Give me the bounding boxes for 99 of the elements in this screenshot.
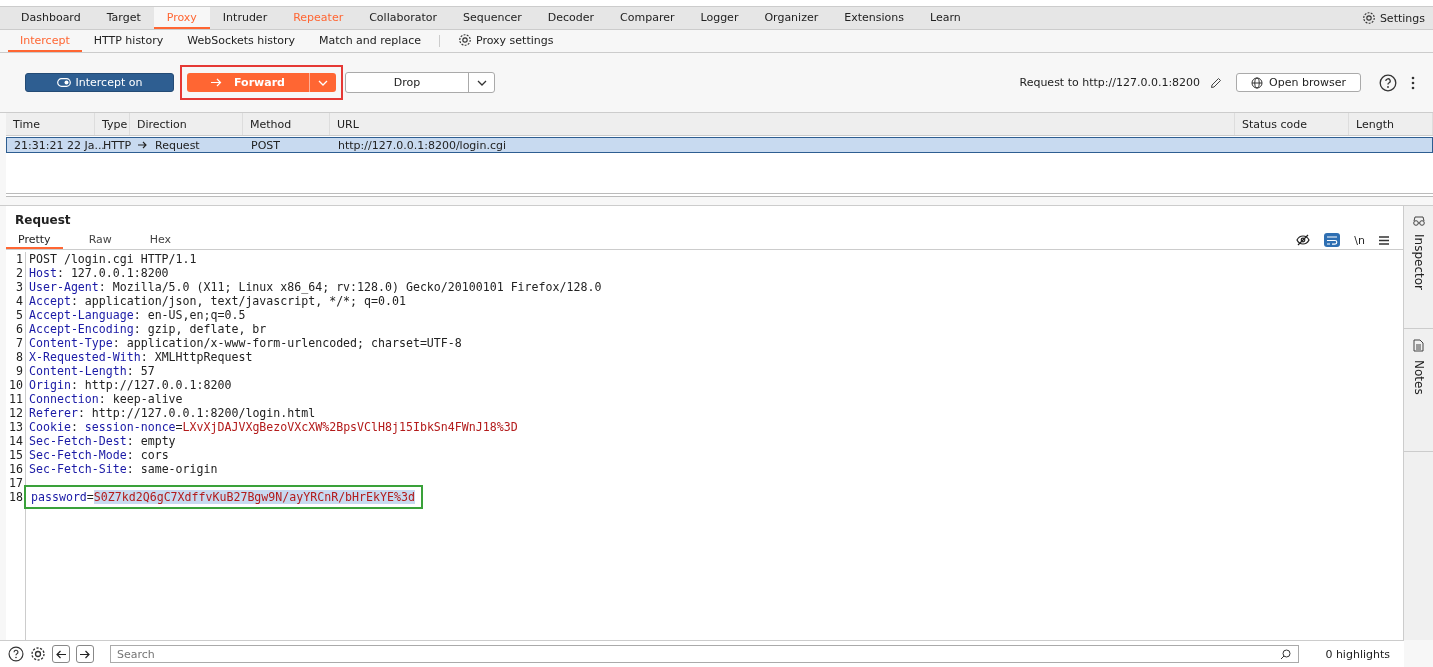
search-field[interactable]: Search [110, 645, 1300, 663]
column-header[interactable]: URL [330, 113, 1235, 135]
main-tab[interactable]: Decoder [534, 7, 608, 29]
caret-icon [476, 79, 487, 86]
glasses-icon [1412, 216, 1425, 226]
eye-slash-icon[interactable] [1296, 234, 1311, 246]
table-row[interactable]: 21:31:21 22 Ja...HTTP Request POST http://127.0.0.1:8200/login.cgi [6, 137, 1433, 153]
line-number: 18 [8, 490, 24, 504]
arrow-right-icon [138, 141, 147, 149]
code-line: POST /login.cgi HTTP/1.1 [29, 252, 197, 266]
code-line: Connection: keep-alive [29, 392, 183, 406]
help-icon[interactable] [8, 646, 24, 662]
line-number: 17 [8, 476, 24, 490]
code-line: Content-Type: application/x-www-form-urlencoded; charset=UTF-8 [29, 336, 462, 350]
line-number: 16 [8, 462, 24, 476]
arrow-left-icon [56, 649, 66, 659]
forward-nav-button[interactable] [76, 645, 94, 663]
open-browser-button[interactable]: Open browser [1236, 73, 1361, 92]
sub-tab[interactable]: Match and replace [307, 30, 433, 52]
globe-icon [1251, 76, 1264, 89]
settings-icon[interactable] [30, 646, 46, 662]
column-header[interactable]: Direction [130, 113, 243, 135]
line-number: 1 [15, 252, 24, 266]
code-line: Cookie: session-nonce=LXvXjDAJVXgBezoVXcXW%2BpsVClH8j15IbkSn4FWnJ18%3D [29, 420, 518, 434]
main-tab[interactable]: Sequencer [450, 7, 535, 29]
line-number: 8 [15, 350, 24, 364]
side-tab[interactable]: Inspector [1404, 206, 1433, 329]
code-line: Referer: http://127.0.0.1:8200/login.html [29, 406, 316, 420]
sub-tab[interactable]: HTTP history [81, 30, 176, 52]
menu-icon[interactable] [1379, 235, 1389, 245]
code-line: Content-Length: 57 [29, 364, 155, 378]
main-tab[interactable]: Extensions [831, 7, 917, 29]
line-number: 4 [15, 294, 24, 308]
search-icon [1280, 649, 1292, 660]
line-number: 14 [8, 434, 24, 448]
main-tab[interactable]: Organizer [751, 7, 832, 29]
main-tab[interactable]: Collaborator [356, 7, 450, 29]
help-icon[interactable] [1379, 73, 1397, 92]
line-number: 15 [8, 448, 24, 462]
table-cell: 21:31:21 22 Ja... [14, 138, 105, 152]
panel-title: Request [14, 212, 72, 229]
code-line: Accept-Language: en-US,en;q=0.5 [29, 308, 246, 322]
line-number: 7 [15, 336, 24, 350]
column-header[interactable]: Type [95, 113, 130, 135]
main-tab[interactable]: Dashboard [8, 7, 94, 29]
arrow-right-icon [80, 649, 90, 659]
sub-tab[interactable]: WebSockets history [175, 30, 308, 52]
line-number: 9 [15, 364, 24, 378]
proxy-settings-button[interactable]: Proxy settings [445, 30, 566, 52]
line-number: 13 [8, 420, 24, 434]
line-number: 5 [15, 308, 24, 322]
more-options-icon[interactable] [1411, 75, 1415, 90]
column-header[interactable]: Length [1349, 113, 1433, 135]
main-tab[interactable]: Logger [687, 7, 752, 29]
request-target-text: Request to http://127.0.0.1:8200 [1019, 76, 1201, 89]
code-line: Accept: application/json, text/javascript, */*; q=0.01 [29, 294, 406, 308]
line-number: 2 [15, 266, 24, 280]
code-line: Sec-Fetch-Dest: empty [29, 434, 176, 448]
code-line: Origin: http://127.0.0.1:8200 [29, 378, 232, 392]
code-line: Sec-Fetch-Site: same-origin [29, 462, 218, 476]
side-tab[interactable]: Notes [1404, 329, 1433, 452]
document-icon [1413, 339, 1424, 352]
line-number: 11 [8, 392, 24, 406]
main-tab[interactable]: Learn [916, 7, 974, 29]
main-tab[interactable]: Comparer [607, 7, 688, 29]
code-line: Sec-Fetch-Mode: cors [29, 448, 169, 462]
settings-button[interactable]: Settings [1353, 7, 1433, 29]
settings-icon [457, 33, 472, 47]
column-header[interactable]: Method [243, 113, 330, 135]
highlights-count: 0 highlights [1325, 647, 1390, 661]
line-number: 6 [15, 322, 24, 336]
caret-icon [318, 79, 328, 86]
code-line: User-Agent: Mozilla/5.0 (X11; Linux x86_64; rv:128.0) Gecko/20100101 Firefox/128.0 [29, 280, 602, 294]
view-tab[interactable]: Pretty [6, 231, 63, 249]
wrap-lines-button[interactable] [1324, 233, 1341, 247]
column-header[interactable]: Status code [1235, 113, 1349, 135]
table-cell: http://127.0.0.1:8200/login.cgi [338, 138, 506, 152]
main-tab[interactable]: Target [93, 7, 154, 29]
code-line: Accept-Encoding: gzip, deflate, br [29, 322, 267, 336]
code-line: X-Requested-With: XMLHttpRequest [29, 350, 253, 364]
toggle-icon [56, 78, 71, 87]
view-tab[interactable]: Hex [137, 231, 184, 249]
table-cell: HTTP [103, 138, 132, 152]
line-number: 10 [8, 378, 24, 392]
main-tab[interactable]: Intruder [209, 7, 281, 29]
table-cell: Request [155, 138, 200, 152]
table-cell: POST [251, 138, 280, 152]
code-line: password=S0Z7kd2Q6gC7XdffvKuB27Bgw9N/ayYRCnR/bHrEkYE%3d [31, 490, 415, 504]
back-button[interactable] [52, 645, 70, 663]
intercept-toggle-button[interactable]: Intercept on [25, 73, 174, 92]
column-header[interactable]: Time [6, 113, 95, 135]
arrow-right-icon [211, 78, 223, 87]
line-number: 3 [15, 280, 24, 294]
line-number: 12 [8, 406, 24, 420]
newline-toggle[interactable]: \n [1354, 233, 1365, 247]
settings-icon [1361, 11, 1376, 25]
code-line: Host: 127.0.0.1:8200 [29, 266, 169, 280]
view-tab[interactable]: Raw [76, 231, 124, 249]
pencil-icon[interactable] [1210, 76, 1223, 89]
